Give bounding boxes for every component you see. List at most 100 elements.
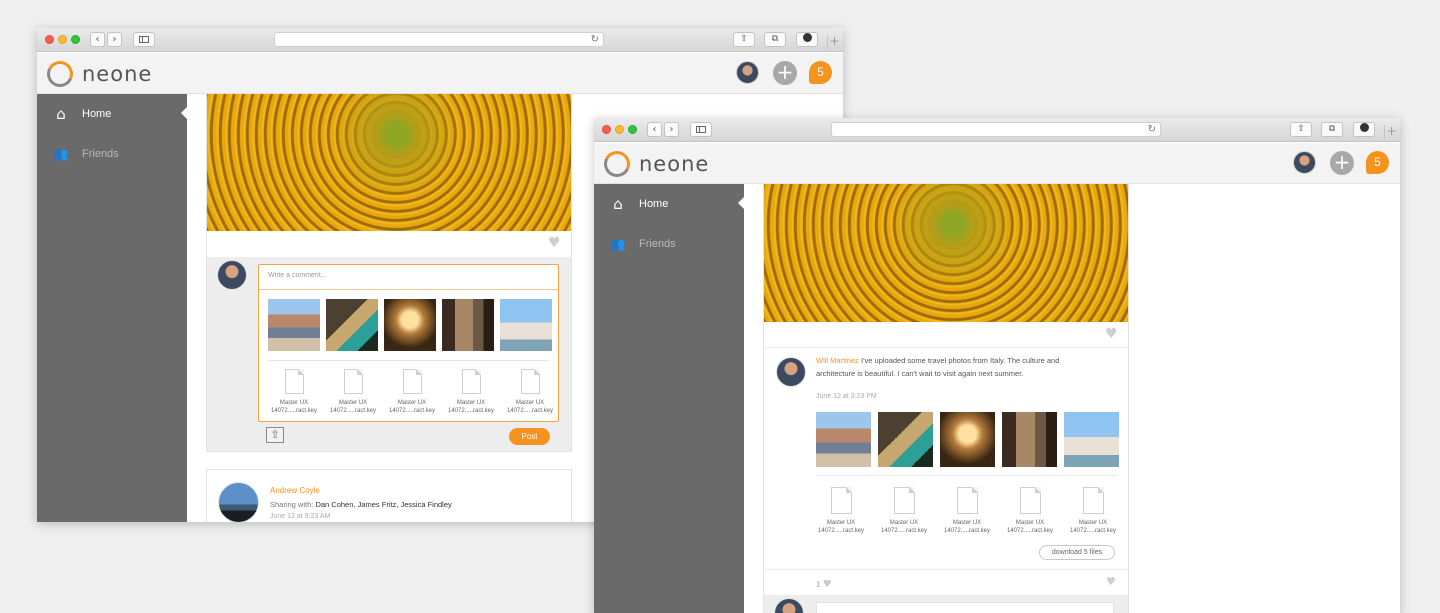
sidebar-icon <box>696 126 706 133</box>
attachment-file[interactable]: Master UX 14072.....ract.key <box>500 369 560 415</box>
file-name: Master UX 14072.....ract.key <box>441 399 501 415</box>
attachment-file[interactable]: Master UX 14072.....ract.key <box>937 487 997 535</box>
upload-icon[interactable]: ⇧ <box>266 427 284 443</box>
address-bar[interactable]: ↻ <box>274 32 604 47</box>
comment-area: Write a comment... Master UX 14072.....ra… <box>207 257 571 451</box>
attachment-image[interactable] <box>326 299 378 351</box>
post-image[interactable] <box>207 94 571 231</box>
user-avatar[interactable] <box>1293 151 1316 174</box>
add-button[interactable]: + <box>1330 151 1354 175</box>
sidebar-toggle-button[interactable] <box>133 32 155 47</box>
feed: ♥ Will Martinez I've uploaded some trave… <box>744 184 1400 613</box>
downloads-button[interactable] <box>1353 122 1375 137</box>
author-avatar[interactable] <box>776 357 806 387</box>
logo-ring-icon <box>600 147 634 181</box>
sidebar-item-home[interactable]: ⌂ Home <box>594 184 744 224</box>
share-button[interactable]: ⇧ <box>1290 122 1312 137</box>
file-name-line2: 14072.....ract.key <box>1069 528 1117 534</box>
forward-button[interactable]: › <box>664 122 679 137</box>
comment-input[interactable]: Write a comment... <box>259 265 558 290</box>
add-button[interactable]: + <box>773 61 797 85</box>
minimize-window-button[interactable] <box>58 35 67 44</box>
file-icon <box>520 369 540 394</box>
file-icon <box>1019 487 1041 514</box>
file-name-line2: 14072.....ract.key <box>880 528 928 534</box>
commenter-avatar <box>217 260 247 290</box>
back-button[interactable]: ‹ <box>90 32 105 47</box>
close-window-button[interactable] <box>45 35 54 44</box>
like-heart-icon[interactable]: ♥ <box>548 235 561 251</box>
like-count-value: 1 <box>816 580 821 589</box>
share-icon: ⇧ <box>1297 124 1305 134</box>
attachment-image[interactable] <box>384 299 436 351</box>
user-avatar[interactable] <box>736 61 759 84</box>
post-button[interactable]: Post <box>509 428 550 445</box>
reload-icon[interactable]: ↻ <box>591 33 599 46</box>
attachment-file[interactable]: Master UX 14072.....ract.key <box>811 487 871 535</box>
zoom-window-button[interactable] <box>71 35 80 44</box>
forward-button[interactable]: › <box>107 32 122 47</box>
file-icon <box>402 369 422 394</box>
home-icon: ⌂ <box>56 105 66 123</box>
divider <box>764 347 1128 348</box>
like-count[interactable]: 1 ♥ <box>816 579 832 590</box>
notifications-badge[interactable]: 5 <box>809 61 832 84</box>
logo[interactable]: neone <box>43 57 152 91</box>
sidebar-item-label: Home <box>82 108 112 120</box>
downloads-button[interactable] <box>796 32 818 47</box>
attachment-file[interactable]: Master UX 14072.....ract.key <box>874 487 934 535</box>
file-name-line1: Master UX <box>826 520 856 526</box>
file-name: Master UX 14072.....ract.key <box>264 399 324 415</box>
sidebar-toggle-button[interactable] <box>690 122 712 137</box>
attachment-file[interactable]: Master UX 14072.....ract.key <box>441 369 501 415</box>
attachment-image[interactable] <box>442 299 494 351</box>
file-name: Master UX 14072.....ract.key <box>1063 519 1123 535</box>
author-avatar[interactable] <box>218 482 259 522</box>
sidebar-item-friends[interactable]: 👥 Friends <box>37 134 187 174</box>
back-button[interactable]: ‹ <box>647 122 662 137</box>
sidebar-item-friends[interactable]: 👥 Friends <box>594 224 744 264</box>
post-body-line2: architecture is beautiful. I can't wait … <box>816 369 1024 378</box>
app-header: neone + 5 <box>37 53 843 94</box>
post-image[interactable] <box>764 184 1128 322</box>
attachment-file[interactable]: Master UX 14072.....ract.key <box>1063 487 1123 535</box>
comment-input[interactable] <box>816 602 1114 613</box>
file-name: Master UX 14072.....ract.key <box>811 519 871 535</box>
author-name[interactable]: Andrew Coyle <box>270 486 320 495</box>
post-photo[interactable] <box>1064 412 1119 467</box>
tabs-overview-button[interactable]: ⧉ <box>1321 122 1343 137</box>
new-tab-button[interactable]: + <box>1384 125 1398 139</box>
post-photo[interactable] <box>878 412 933 467</box>
file-name: Master UX 14072.....ract.key <box>323 399 383 415</box>
sharing-names[interactable]: Dan Cohen, James Fritz, Jessica Findley <box>315 500 451 509</box>
sidebar-item-home[interactable]: ⌂ Home <box>37 94 187 134</box>
friends-icon: 👥 <box>53 147 69 161</box>
post-photo[interactable] <box>1002 412 1057 467</box>
logo[interactable]: neone <box>600 147 709 181</box>
minimize-window-button[interactable] <box>615 125 624 134</box>
attachment-file[interactable]: Master UX 14072.....ract.key <box>382 369 442 415</box>
notifications-badge[interactable]: 5 <box>1366 151 1389 174</box>
comment-row <box>764 595 1128 613</box>
zoom-window-button[interactable] <box>628 125 637 134</box>
author-name[interactable]: Will Martinez <box>816 356 859 365</box>
close-window-button[interactable] <box>602 125 611 134</box>
address-bar[interactable]: ↻ <box>831 122 1161 137</box>
tabs-overview-button[interactable]: ⧉ <box>764 32 786 47</box>
share-button[interactable]: ⇧ <box>733 32 755 47</box>
like-heart-icon[interactable]: ♥ <box>1105 326 1118 342</box>
attachment-image[interactable] <box>500 299 552 351</box>
post-photo[interactable] <box>940 412 995 467</box>
file-name-line1: Master UX <box>338 400 368 406</box>
attachment-file[interactable]: Master UX 14072.....ract.key <box>323 369 383 415</box>
attachment-file[interactable]: Master UX 14072.....ract.key <box>1000 487 1060 535</box>
reload-icon[interactable]: ↻ <box>1148 123 1156 136</box>
attachment-image[interactable] <box>268 299 320 351</box>
like-heart-icon[interactable]: ♥ <box>1106 575 1116 588</box>
attachment-file[interactable]: Master UX 14072.....ract.key <box>264 369 324 415</box>
file-icon <box>343 369 363 394</box>
new-tab-button[interactable]: + <box>827 35 841 49</box>
post-photo[interactable] <box>816 412 871 467</box>
sidebar-item-label: Home <box>639 198 669 210</box>
download-files-button[interactable]: download 5 files <box>1039 545 1115 560</box>
